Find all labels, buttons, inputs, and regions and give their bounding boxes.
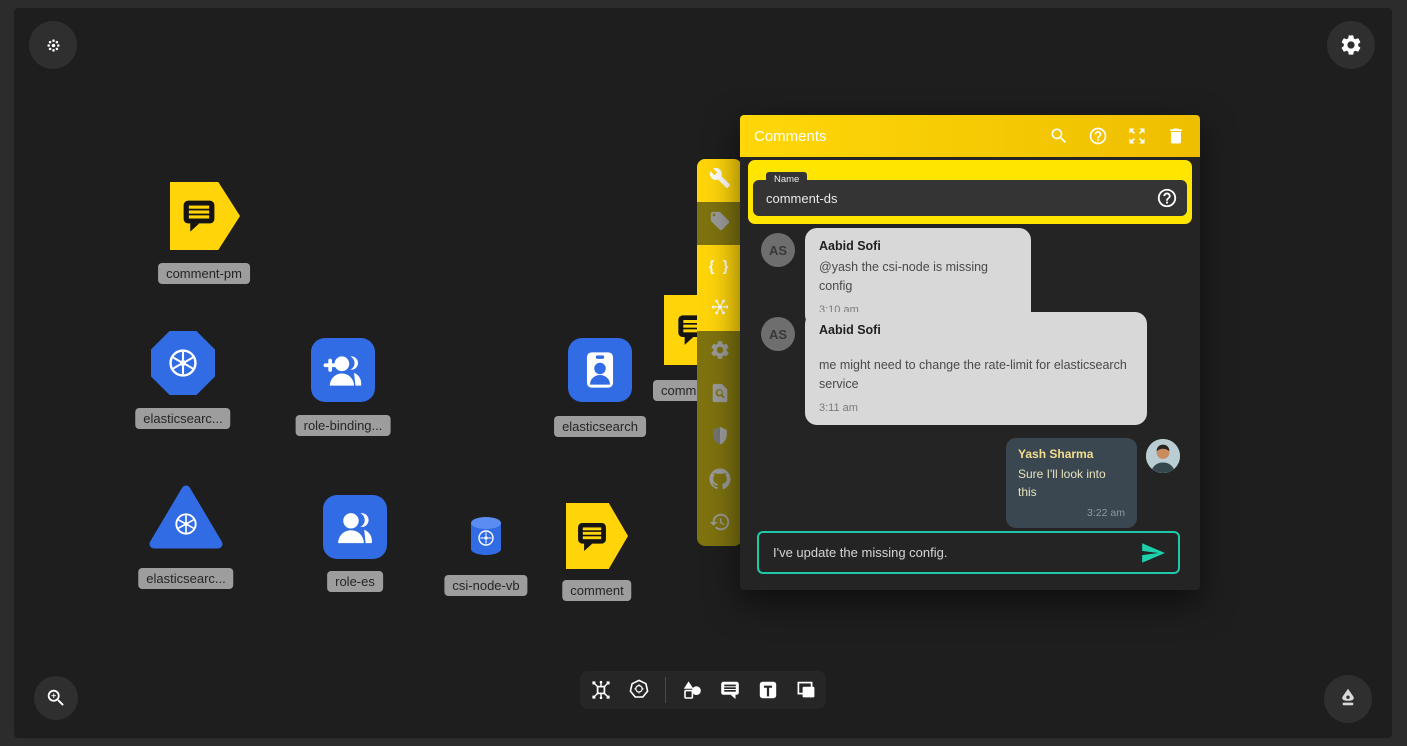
fullscreen-icon[interactable] bbox=[1127, 126, 1147, 146]
shield-icon bbox=[709, 425, 731, 452]
service-account-badge-icon bbox=[577, 347, 623, 393]
doc-search-icon bbox=[709, 382, 731, 409]
send-icon[interactable] bbox=[1140, 540, 1166, 566]
comment-bubble-icon bbox=[178, 194, 220, 236]
toolbar-divider bbox=[665, 677, 666, 703]
comment-icon[interactable] bbox=[718, 678, 742, 702]
json-tool[interactable]: { } bbox=[697, 245, 742, 288]
panel-title: Comments bbox=[754, 128, 1030, 145]
message-text: me might need to change the rate-limit f… bbox=[819, 356, 1133, 394]
panel-icon[interactable] bbox=[794, 678, 818, 702]
node-csi-node-vb[interactable] bbox=[469, 516, 503, 556]
chat-input[interactable] bbox=[759, 545, 1140, 560]
node-label[interactable]: role-es bbox=[327, 571, 383, 592]
tags-icon bbox=[709, 210, 731, 237]
node-label[interactable]: comment bbox=[562, 580, 631, 601]
message-time: 3:11 am bbox=[819, 402, 1133, 414]
help-icon[interactable] bbox=[1088, 126, 1108, 146]
name-field: Name bbox=[753, 180, 1187, 216]
node-role-binding[interactable] bbox=[311, 338, 375, 402]
comment-bubble-icon bbox=[573, 517, 611, 555]
shapes-icon[interactable] bbox=[680, 678, 704, 702]
chat-input-box bbox=[757, 531, 1180, 574]
message-text: @yash the csi-node is missing config bbox=[819, 258, 1017, 296]
message-author: Aabid Sofi bbox=[819, 323, 1133, 337]
person-add-icon bbox=[321, 348, 365, 392]
text-icon[interactable] bbox=[756, 678, 780, 702]
history-tool[interactable] bbox=[697, 503, 742, 546]
github-icon bbox=[709, 468, 731, 495]
node-label[interactable]: elasticsearch bbox=[554, 416, 646, 437]
node-label[interactable]: role-binding... bbox=[296, 415, 391, 436]
node-role-es[interactable] bbox=[323, 495, 387, 559]
gear-icon bbox=[1339, 33, 1363, 57]
comment-message[interactable]: Yash Sharma Sure I'll look into this 3:2… bbox=[1006, 438, 1137, 528]
pen-tool-button[interactable] bbox=[1324, 675, 1372, 723]
app-menu-button[interactable] bbox=[29, 21, 77, 69]
comments-panel-header[interactable]: Comments bbox=[740, 115, 1200, 157]
name-help-icon[interactable] bbox=[1156, 187, 1178, 209]
github-tool[interactable] bbox=[697, 460, 742, 503]
history-icon bbox=[709, 511, 731, 538]
comment-message[interactable]: Aabid Sofi me might need to change the r… bbox=[805, 312, 1147, 425]
graph-icon[interactable] bbox=[589, 678, 613, 702]
node-label[interactable]: elasticsearc... bbox=[135, 408, 230, 429]
node-elasticsearch-deployment[interactable] bbox=[148, 484, 224, 550]
kubernetes-wheel-icon bbox=[165, 345, 201, 381]
comments-panel: Comments Name AS Aabid Sofi @yash the cs… bbox=[740, 115, 1200, 590]
message-author: Aabid Sofi bbox=[819, 239, 1017, 253]
delete-icon[interactable] bbox=[1166, 126, 1186, 146]
message-time: 3:22 am bbox=[1018, 507, 1125, 519]
settings-button[interactable] bbox=[1327, 21, 1375, 69]
name-field-highlight: Name bbox=[748, 160, 1192, 224]
zoom-in-icon bbox=[45, 687, 67, 709]
flake-icon bbox=[45, 37, 62, 54]
kubernetes-icon[interactable] bbox=[627, 678, 651, 702]
message-text: Sure I'll look into this bbox=[1018, 465, 1125, 501]
labels-tool[interactable] bbox=[697, 202, 742, 245]
node-label[interactable]: elasticsearc... bbox=[138, 568, 233, 589]
mesh-tool[interactable] bbox=[697, 288, 742, 331]
avatar-photo bbox=[1146, 439, 1180, 473]
pen-icon bbox=[1336, 687, 1360, 711]
settings-tool[interactable] bbox=[697, 331, 742, 374]
zoom-in-button[interactable] bbox=[34, 676, 78, 720]
node-action-toolbar: { } bbox=[697, 159, 742, 546]
gear-icon bbox=[709, 339, 731, 366]
node-label[interactable]: comment-pm bbox=[158, 263, 250, 284]
shape-palette-toolbar bbox=[580, 671, 826, 709]
avatar: AS bbox=[761, 233, 795, 267]
message-author: Yash Sharma bbox=[1018, 447, 1125, 461]
security-tool[interactable] bbox=[697, 417, 742, 460]
app-window: comment-pm elasticsearc... role-binding.… bbox=[0, 0, 1407, 746]
avatar: AS bbox=[761, 317, 795, 351]
name-input[interactable] bbox=[753, 180, 1187, 216]
node-elasticsearch-serviceaccount[interactable] bbox=[568, 338, 632, 402]
hub-icon bbox=[709, 296, 731, 323]
search-icon[interactable] bbox=[1049, 126, 1069, 146]
braces-icon: { } bbox=[709, 258, 731, 275]
person-group-icon bbox=[333, 505, 377, 549]
node-elasticsearch-pod[interactable] bbox=[151, 331, 215, 395]
configure-tool[interactable] bbox=[697, 159, 742, 202]
inspect-tool[interactable] bbox=[697, 374, 742, 417]
wrench-icon bbox=[709, 167, 731, 194]
node-label[interactable]: csi-node-vb bbox=[444, 575, 527, 596]
